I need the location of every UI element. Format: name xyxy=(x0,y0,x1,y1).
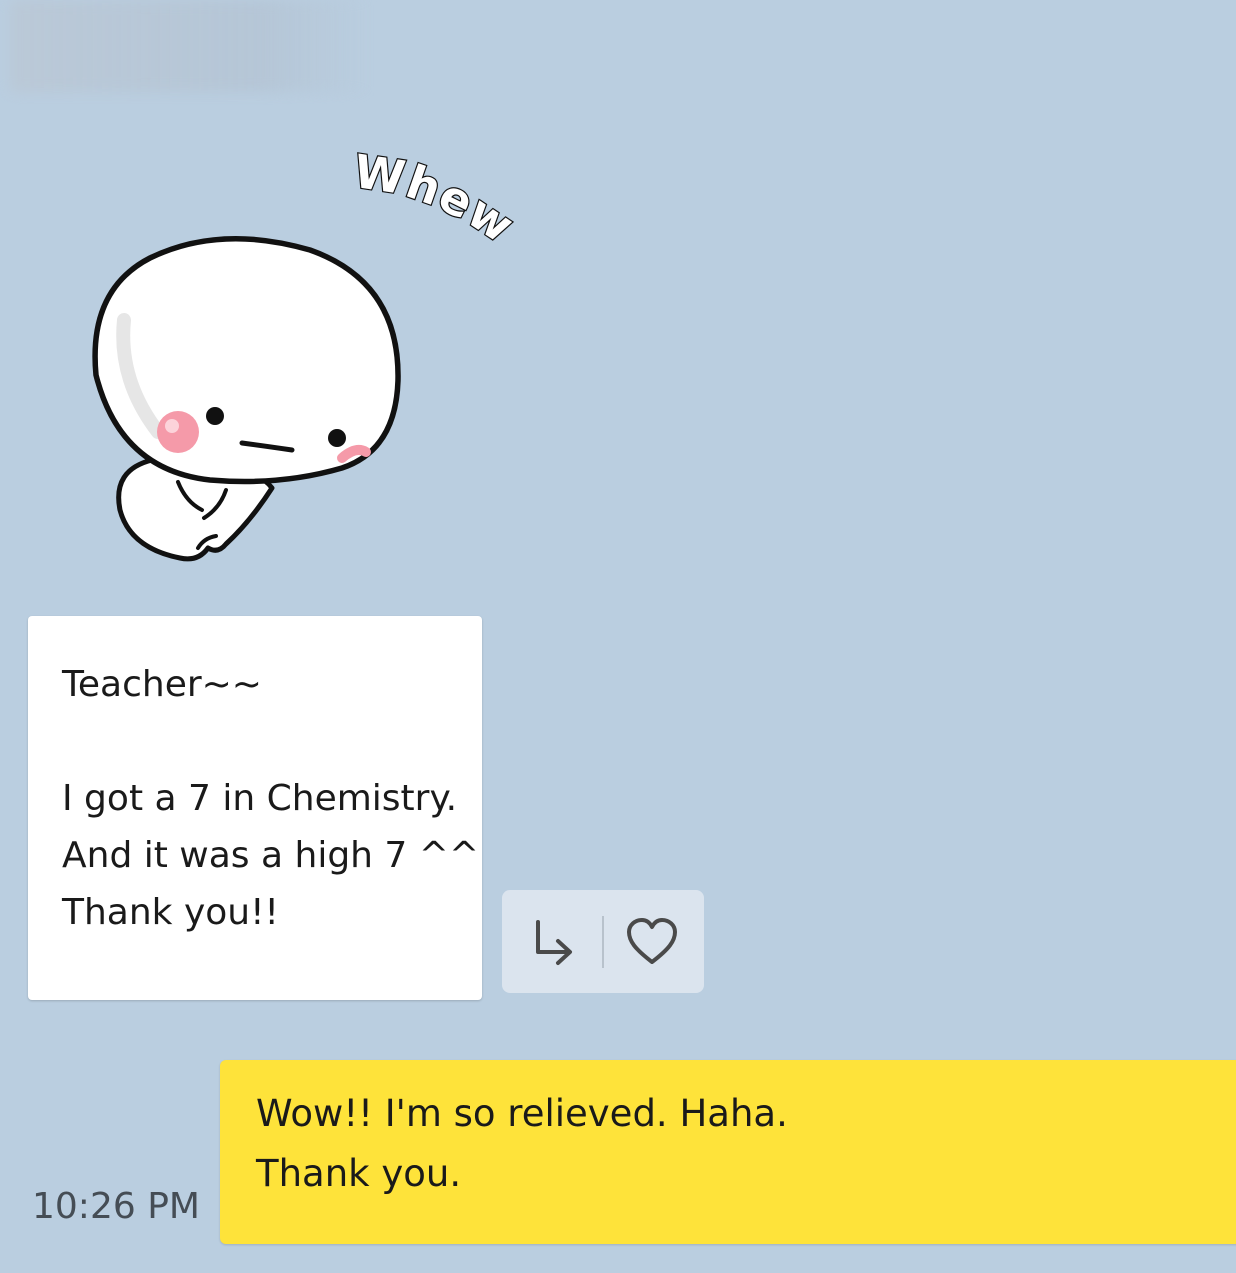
reply-button[interactable] xyxy=(506,890,602,993)
outgoing-message-bubble[interactable]: Wow!! I'm so relieved. Haha. Thank you. xyxy=(220,1060,1236,1244)
message-reaction-bar xyxy=(502,890,704,993)
message-line: Thank you. xyxy=(256,1152,462,1195)
chat-window: Whew Teacher~~ I got a 7 in Chemistry. A… xyxy=(0,0,1236,1273)
message-line: Thank you!! xyxy=(62,892,279,933)
message-timestamp: 10:26 PM xyxy=(32,1186,200,1227)
blurred-sender-name xyxy=(10,0,370,92)
message-line: I got a 7 in Chemistry. xyxy=(62,778,458,819)
like-button[interactable] xyxy=(604,890,700,993)
reply-arrow-icon xyxy=(536,919,572,965)
message-line: Teacher~~ xyxy=(62,664,262,705)
whew-sticker[interactable]: Whew xyxy=(80,150,520,580)
message-line: Wow!! I'm so relieved. Haha. xyxy=(256,1092,788,1135)
message-line: And it was a high 7 ^^ xyxy=(62,835,480,876)
incoming-message-bubble[interactable]: Teacher~~ I got a 7 in Chemistry. And it… xyxy=(28,616,482,1000)
message-line xyxy=(62,713,462,770)
sticker-text: Whew xyxy=(351,150,520,254)
heart-icon xyxy=(627,917,677,964)
